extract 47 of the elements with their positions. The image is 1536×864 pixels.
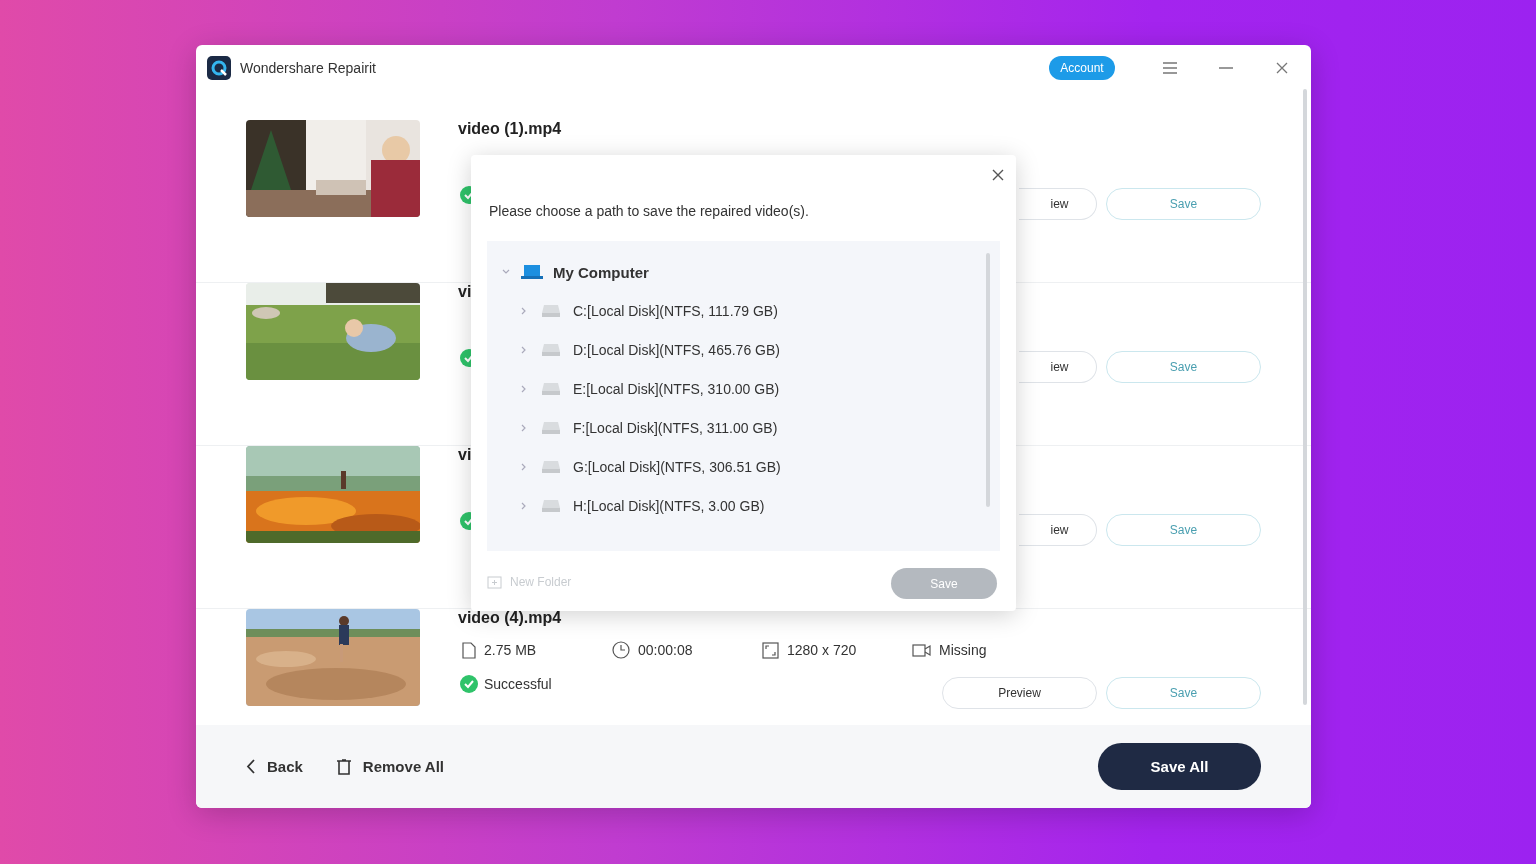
file-name: vi (458, 283, 472, 301)
video-camera-icon (912, 642, 931, 658)
tree-item[interactable]: G:[Local Disk](NTFS, 306.51 GB) (573, 458, 781, 475)
file-name: video (1).mp4 (458, 120, 562, 138)
close-icon (992, 169, 1004, 181)
remove-all-button[interactable]: Remove All (336, 758, 444, 775)
menu-icon (1163, 62, 1177, 74)
tree-item[interactable]: C:[Local Disk](NTFS, 111.79 GB) (573, 302, 778, 319)
preview-button[interactable]: iew (1019, 514, 1097, 546)
preview-button[interactable]: iew (1019, 351, 1097, 383)
file-resolution: 1280 x 720 (787, 642, 857, 658)
drive-icon (541, 498, 561, 513)
laptop-icon (521, 264, 543, 280)
dialog-message: Please choose a path to save the repaired video(s). (489, 203, 809, 219)
save-all-button[interactable]: Save All (1098, 743, 1261, 790)
scrollbar[interactable] (986, 253, 990, 507)
file-name: vi (458, 446, 472, 464)
tree-item[interactable]: D:[Local Disk](NTFS, 465.76 GB) (573, 341, 780, 358)
file-duration: 00:00:08 (638, 642, 693, 658)
audio-status: Missing (939, 642, 987, 658)
app-logo-icon (207, 56, 231, 80)
tree-item[interactable]: E:[Local Disk](NTFS, 310.00 GB) (573, 380, 780, 397)
file-size: 2.75 MB (484, 642, 537, 658)
chevron-left-icon (246, 759, 255, 774)
drive-icon (541, 342, 561, 357)
drive-icon (541, 459, 561, 474)
drive-icon (541, 420, 561, 435)
drive-icon (541, 303, 561, 318)
clock-icon (612, 641, 630, 659)
preview-button[interactable]: iew (1019, 188, 1097, 220)
file-icon (462, 641, 476, 659)
preview-button[interactable]: Preview (942, 677, 1097, 709)
status-text: Successful (484, 676, 552, 692)
file-name: video (4).mp4 (458, 609, 562, 627)
tree-item[interactable]: H:[Local Disk](NTFS, 3.00 GB) (573, 497, 765, 514)
tree-item[interactable]: F:[Local Disk](NTFS, 311.00 GB) (573, 419, 778, 436)
minimize-icon (1219, 67, 1233, 69)
scrollbar[interactable] (1303, 89, 1307, 705)
tree-item[interactable]: My Computer (553, 263, 649, 281)
back-button[interactable]: Back (246, 758, 303, 775)
window-title: Wondershare Repairit (240, 60, 377, 76)
folder-plus-icon (487, 575, 502, 589)
resize-icon (762, 641, 779, 659)
drive-icon (541, 381, 561, 396)
check-circle-icon (460, 675, 478, 693)
close-icon (1276, 62, 1288, 74)
trash-icon (336, 758, 351, 775)
